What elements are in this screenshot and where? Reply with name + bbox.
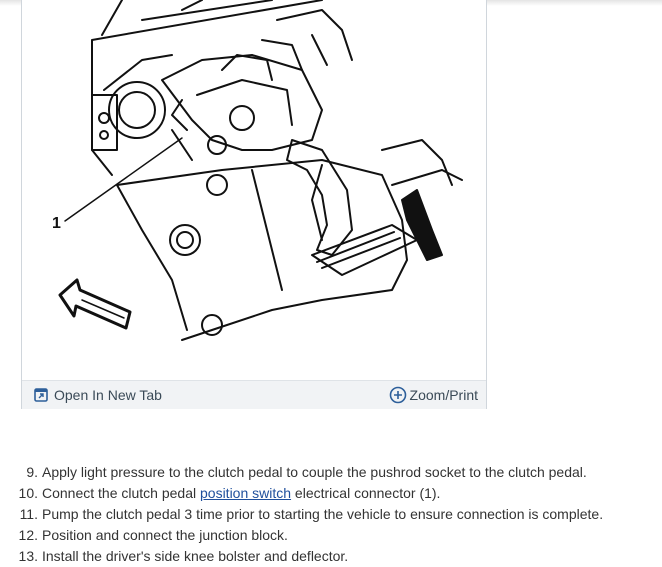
step-text: Apply light pressure to the clutch pedal… [42, 464, 587, 480]
instruction-steps: 9. Apply light pressure to the clutch ped… [0, 462, 662, 567]
step-item: 9. Apply light pressure to the clutch ped… [0, 462, 662, 483]
step-number: 13. [18, 548, 38, 564]
step-text: Install the driver's side knee bolster a… [42, 548, 349, 564]
step-item: 11. Pump the clutch pedal 3 time prior to… [0, 504, 662, 525]
open-in-new-tab-label: Open In New Tab [54, 387, 162, 403]
zoom-print-button[interactable]: Zoom/Print [389, 381, 478, 409]
step-text-after: electrical connector (1). [291, 485, 441, 501]
step-text: Pump the clutch pedal 3 time prior to st… [42, 506, 604, 522]
step-item: 12. Position and connect the junction blo… [0, 525, 662, 546]
step-item: 13. Install the driver's side knee bolste… [0, 546, 662, 567]
step-number: 12. [18, 527, 38, 543]
step-text: Position and connect the junction block. [42, 527, 288, 543]
callout-number: 1 [52, 215, 61, 232]
open-in-new-tab-icon [34, 388, 48, 402]
step-text-before: Connect the clutch pedal [42, 485, 200, 501]
plus-circle-icon [389, 386, 406, 404]
step-number: 10. [18, 485, 38, 501]
step-number: 9. [26, 464, 38, 480]
position-switch-link[interactable]: position switch [200, 485, 291, 501]
figure-card: 1 Open In New Tab Zoom/Print [21, 0, 487, 409]
figure-toolbar: Open In New Tab Zoom/Print [22, 380, 486, 409]
clutch-pedal-illustration: 1 [52, 0, 463, 341]
open-in-new-tab-button[interactable]: Open In New Tab [34, 381, 162, 409]
step-number: 11. [19, 506, 38, 522]
step-item: 10. Connect the clutch pedal position swi… [0, 483, 662, 504]
zoom-print-label: Zoom/Print [409, 387, 478, 403]
